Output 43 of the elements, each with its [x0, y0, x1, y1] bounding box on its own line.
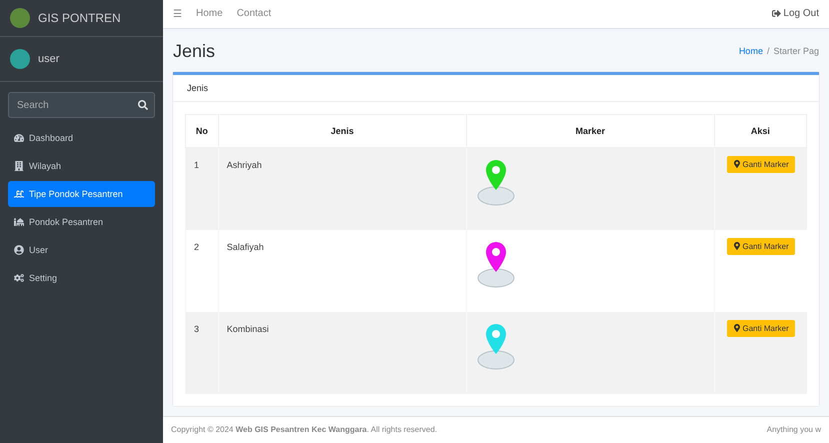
table-cell: Kombinasi	[218, 312, 466, 394]
column-header: Aksi	[714, 114, 806, 148]
map-pin-icon	[732, 242, 740, 250]
logout-link[interactable]: Log Out	[772, 8, 819, 20]
search-field[interactable]: Search	[8, 92, 155, 118]
user-icon	[14, 245, 24, 255]
breadcrumb-current: Starter Pag	[773, 46, 819, 56]
building-icon	[14, 161, 24, 171]
column-header: No	[186, 114, 218, 148]
card-title: Jenis	[173, 74, 819, 102]
sidebar-item[interactable]: User	[8, 237, 155, 263]
user-name: user	[38, 53, 60, 65]
search-icon[interactable]	[138, 100, 148, 110]
logout-icon	[772, 9, 782, 18]
map-pin-icon	[732, 324, 740, 332]
column-header: Marker	[466, 114, 714, 148]
gauge-icon	[14, 133, 24, 143]
change-marker-button[interactable]: Ganti Marker	[726, 156, 795, 173]
map-pin-icon	[732, 160, 740, 168]
search-field[interactable]: Search	[15, 98, 138, 112]
table-cell: 3	[186, 312, 218, 394]
avatar-icon	[10, 49, 30, 69]
change-marker-button[interactable]: Ganti Marker	[726, 320, 795, 337]
nav-link[interactable]: Contact	[236, 8, 272, 20]
pool-icon	[14, 189, 24, 199]
sidebar-item[interactable]: Setting	[8, 265, 155, 291]
menu-icon[interactable]: ☰	[173, 8, 182, 20]
copyright-text: Copyright © 2024 Web GIS Pesantren Kec Wanggara. All rights reserved.	[171, 425, 438, 434]
sidebar-item[interactable]: Tipe Pondok Pesantren	[8, 181, 155, 207]
sidebar-item[interactable]: Dashboard	[8, 125, 155, 151]
sidebar-item[interactable]: Pondok Pesantren	[8, 209, 155, 235]
breadcrumb-separator: /	[766, 46, 770, 56]
brand-name: GIS PONTREN	[38, 11, 121, 25]
footer-note: Anything you w	[766, 425, 821, 434]
column-header: Jenis	[218, 114, 466, 148]
gears-icon	[14, 273, 24, 283]
breadcrumb-link[interactable]: Home	[738, 46, 763, 56]
change-marker-button[interactable]: Ganti Marker	[726, 238, 795, 255]
page-title: Jenis	[173, 40, 216, 62]
mosque-icon	[14, 217, 24, 227]
logo-icon	[10, 8, 30, 28]
nav-link[interactable]: Home	[196, 8, 223, 20]
sidebar-item[interactable]: Wilayah	[8, 153, 155, 179]
